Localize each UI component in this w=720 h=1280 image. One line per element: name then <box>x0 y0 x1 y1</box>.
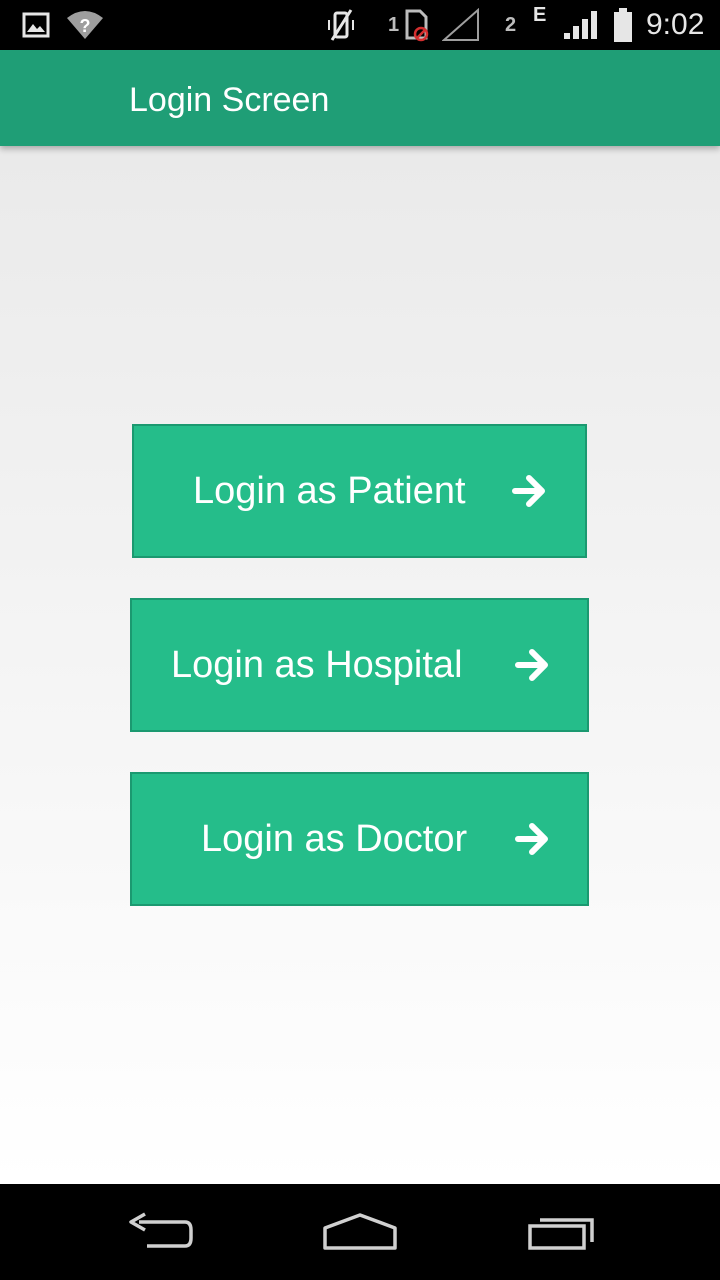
signal-empty-icon <box>442 0 480 50</box>
login-patient-button[interactable]: Login as Patient <box>132 424 587 558</box>
image-notification-icon <box>22 0 50 50</box>
navigation-bar <box>0 1184 720 1280</box>
login-doctor-label: Login as Doctor <box>201 818 468 860</box>
recent-apps-icon[interactable] <box>512 1184 612 1280</box>
sim1-label: 1 <box>388 13 400 36</box>
network-type-label: E <box>533 3 547 26</box>
sim2-label: 2 <box>505 13 517 36</box>
battery-icon <box>612 0 634 50</box>
page-title: Login Screen <box>129 81 330 119</box>
svg-text:?: ? <box>80 16 91 36</box>
app-bar: Login Screen <box>0 50 720 146</box>
login-content: Login as Patient Login as Hospital Login… <box>0 146 720 1184</box>
arrow-right-icon <box>514 821 550 857</box>
vibrate-off-icon <box>326 0 356 50</box>
home-icon[interactable] <box>310 1184 410 1280</box>
arrow-right-icon <box>514 647 550 683</box>
login-hospital-label: Login as Hospital <box>171 644 463 686</box>
login-hospital-button[interactable]: Login as Hospital <box>130 598 589 732</box>
status-bar: ? 1 2 E 9:02 <box>0 0 720 50</box>
clock: 9:02 <box>646 8 705 41</box>
login-patient-label: Login as Patient <box>193 470 466 512</box>
sim-blocked-icon <box>402 0 432 50</box>
wifi-question-icon: ? <box>66 0 104 50</box>
back-icon[interactable] <box>110 1184 210 1280</box>
login-doctor-button[interactable]: Login as Doctor <box>130 772 589 906</box>
arrow-right-icon <box>511 473 547 509</box>
signal-full-icon <box>562 0 600 50</box>
